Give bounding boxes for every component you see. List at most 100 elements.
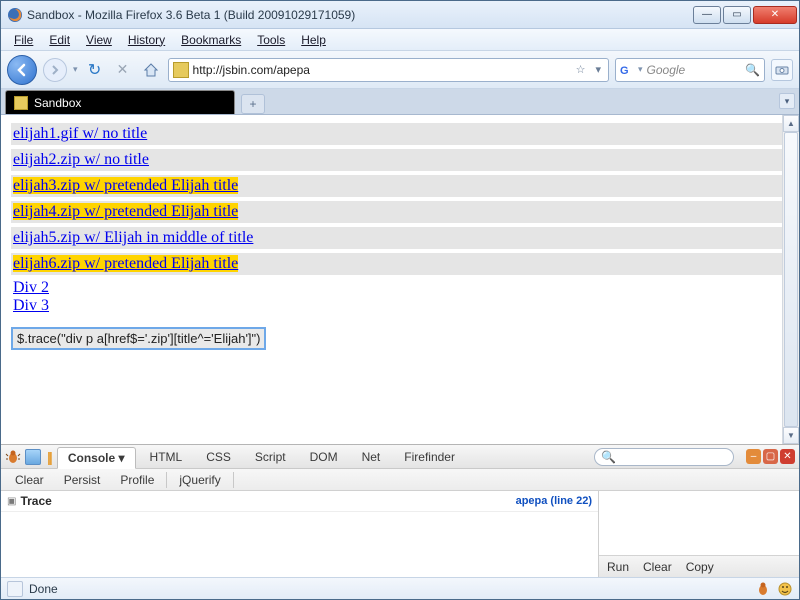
firebug-tab-css[interactable]: CSS [196,447,241,467]
firebug-clear2[interactable]: Clear [643,560,672,574]
forward-button[interactable] [43,58,67,82]
menu-bookmarks[interactable]: Bookmarks [174,31,248,49]
search-go-icon[interactable]: 🔍 [745,63,760,77]
firebug-run[interactable]: Run [607,560,629,574]
console-label: Trace [20,494,51,508]
page-content: elijah1.gif w/ no title elijah2.zip w/ no… [1,115,799,354]
link-row: elijah5.zip w/ Elijah in middle of title [11,227,789,249]
search-engine-dropdown-icon[interactable]: ▾ [638,64,643,75]
firebug-clear[interactable]: Clear [7,471,52,489]
search-placeholder: Google [647,63,742,77]
forward-arrow-icon [50,65,60,75]
link-row: elijah2.zip w/ no title [11,149,789,171]
firebug-panel: || Console ▾ HTML CSS Script DOM Net Fir… [1,444,799,577]
firebug-profile[interactable]: Profile [112,471,162,489]
pause-icon[interactable]: || [45,449,53,465]
page-link[interactable]: elijah6.zip w/ pretended Elijah title [13,255,238,272]
firebug-console-subbar: Clear Persist Profile jQuerify [1,469,799,491]
search-bar[interactable]: G ▾ Google 🔍 [615,58,765,82]
trace-box[interactable]: $.trace("div p a[href$='.zip'][title^='E… [11,327,266,350]
tab-active[interactable]: Sandbox [5,90,235,114]
menu-tools[interactable]: Tools [250,31,292,49]
page-link[interactable]: elijah3.zip w/ pretended Elijah title [13,177,238,194]
firebug-tab-console[interactable]: Console ▾ [57,447,136,469]
tab-list-dropdown[interactable]: ▾ [779,93,795,109]
scroll-down-button[interactable]: ▼ [783,427,799,444]
page-link[interactable]: elijah1.gif w/ no title [13,125,147,142]
div-link[interactable]: Div 3 [13,297,49,314]
firebug-tab-firefinder[interactable]: Firefinder [394,447,465,467]
statusbar-firebug-icon[interactable] [755,581,771,597]
link-row: elijah4.zip w/ pretended Elijah title [11,201,789,223]
window-maximize-button[interactable]: ▭ [723,6,751,24]
div-row: Div 3 [11,297,789,315]
firebug-command-actions: Run Clear Copy [599,555,799,577]
div-row: Div 2 [11,279,789,297]
page-link[interactable]: elijah2.zip w/ no title [13,151,149,168]
firebug-close-button[interactable]: ✕ [780,449,795,464]
div-link[interactable]: Div 2 [13,279,49,296]
firefox-icon [7,7,23,23]
bookmark-star-icon[interactable]: ☆ [573,63,589,76]
firebug-copy[interactable]: Copy [686,560,714,574]
link-row: elijah1.gif w/ no title [11,123,789,145]
firebug-tab-script[interactable]: Script [245,447,296,467]
history-dropdown-icon[interactable]: ▾ [73,64,78,75]
status-text: Done [29,582,58,596]
menu-bar: File Edit View History Bookmarks Tools H… [1,29,799,51]
new-tab-button[interactable]: + [241,94,265,114]
firebug-tab-net[interactable]: Net [352,447,391,467]
menu-file[interactable]: File [7,31,40,49]
back-arrow-icon [15,63,29,77]
tab-title: Sandbox [34,96,81,110]
disclosure-icon[interactable]: ▣ [7,496,16,507]
navigation-toolbar: ▾ ↻ ✕ http://jsbin.com/apepa ☆ ▾ G ▾ Goo… [1,51,799,89]
home-button[interactable] [140,59,162,81]
console-source-link[interactable]: apepa (line 22) [516,495,592,507]
scroll-thumb[interactable] [784,132,798,427]
firebug-search[interactable]: 🔍 [594,448,734,466]
console-row[interactable]: ▣ Trace apepa (line 22) [1,491,598,512]
tab-favicon-icon [14,96,28,110]
url-text[interactable]: http://jsbin.com/apepa [193,63,569,77]
statusbar-grip-icon[interactable] [7,581,23,597]
firebug-jquerify[interactable]: jQuerify [171,471,228,489]
url-dropdown-icon[interactable]: ▾ [592,63,604,76]
menu-history[interactable]: History [121,31,172,49]
firebug-command-editor[interactable] [599,491,799,555]
camera-icon [775,65,789,75]
firebug-toolbar: || Console ▾ HTML CSS Script DOM Net Fir… [1,445,799,469]
url-bar[interactable]: http://jsbin.com/apepa ☆ ▾ [168,58,609,82]
site-favicon-icon [173,62,189,78]
firebug-tab-dom[interactable]: DOM [300,447,348,467]
inspect-button[interactable] [25,449,41,465]
menu-help[interactable]: Help [294,31,333,49]
page-link[interactable]: elijah5.zip w/ Elijah in middle of title [13,229,253,246]
firebug-popup-button[interactable]: ▢ [763,449,778,464]
menu-edit[interactable]: Edit [42,31,77,49]
status-bar: Done [1,577,799,599]
scroll-up-button[interactable]: ▲ [783,115,799,132]
reload-button[interactable]: ↻ [84,59,106,81]
window-close-button[interactable]: ✕ [753,6,797,24]
statusbar-yslow-icon[interactable] [777,581,793,597]
window-minimize-button[interactable]: — [693,6,721,24]
link-row: elijah6.zip w/ pretended Elijah title [11,253,789,275]
screenshot-button[interactable] [771,59,793,81]
tab-bar: Sandbox + ▾ [1,89,799,115]
firebug-console-output[interactable]: ▣ Trace apepa (line 22) [1,491,599,577]
firebug-persist[interactable]: Persist [56,471,109,489]
link-row: elijah3.zip w/ pretended Elijah title [11,175,789,197]
menu-view[interactable]: View [79,31,119,49]
google-icon: G [620,63,634,77]
window-title: Sandbox - Mozilla Firefox 3.6 Beta 1 (Bu… [27,8,693,22]
firebug-icon[interactable] [5,449,21,465]
page-link[interactable]: elijah4.zip w/ pretended Elijah title [13,203,238,220]
back-button[interactable] [7,55,37,85]
scroll-track[interactable] [783,132,799,427]
stop-button[interactable]: ✕ [112,59,134,81]
home-icon [143,62,159,78]
vertical-scrollbar[interactable]: ▲ ▼ [782,115,799,444]
firebug-minimize-button[interactable]: – [746,449,761,464]
firebug-tab-html[interactable]: HTML [140,447,193,467]
